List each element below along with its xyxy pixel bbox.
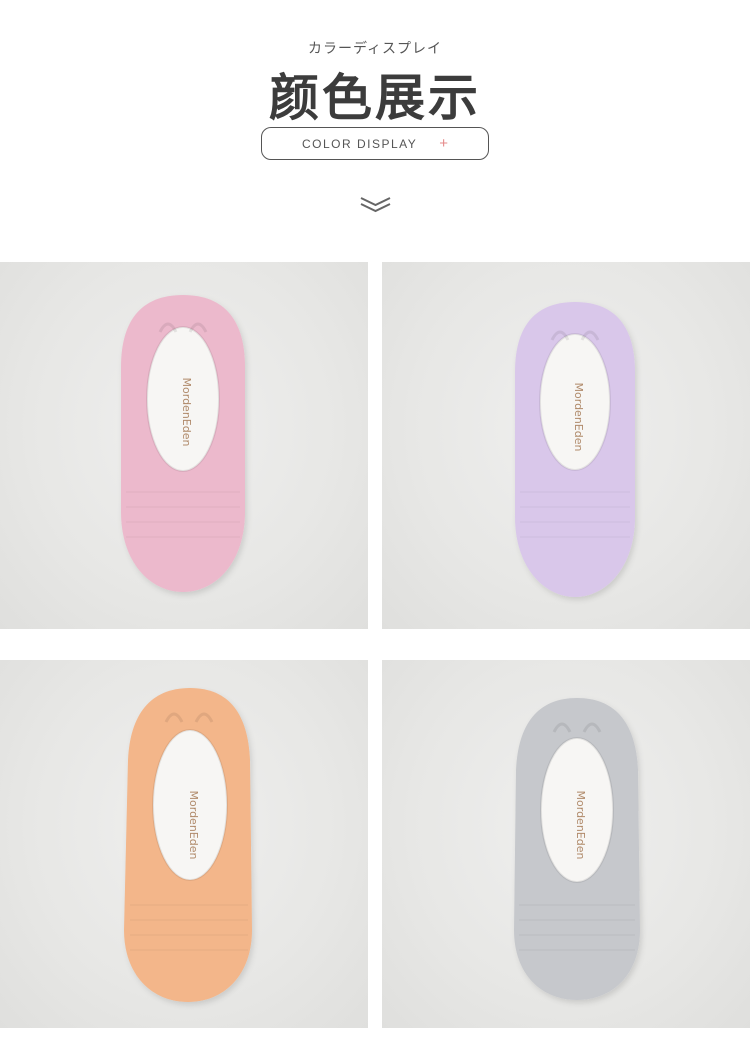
sock-image: MordenEden	[121, 295, 245, 592]
plus-icon: +	[439, 135, 449, 152]
sock-image: MordenEden	[514, 698, 640, 1000]
double-chevron-down-icon	[360, 197, 391, 213]
product-tile-lavender[interactable]: MordenEden	[382, 262, 750, 629]
color-display-label: COLOR DISPLAY	[301, 136, 418, 151]
sock-image: MordenEden	[515, 302, 635, 597]
page-title: 颜色展示	[269, 69, 481, 127]
product-tile-pink[interactable]: MordenEden	[0, 262, 368, 629]
product-tile-orange[interactable]: MordenEden	[0, 660, 368, 1028]
sock-image: MordenEden	[124, 688, 252, 1002]
brand-label: MordenEden	[187, 791, 200, 860]
header: カラーディスプレイ 颜色展示 COLOR DISPLAY +	[0, 0, 750, 250]
product-tile-gray[interactable]: MordenEden	[382, 660, 750, 1028]
brand-label: MordenEden	[574, 791, 587, 860]
brand-label: MordenEden	[572, 383, 585, 452]
brand-label: MordenEden	[180, 378, 193, 447]
color-display-badge: COLOR DISPLAY +	[261, 127, 489, 160]
subtitle-japanese: カラーディスプレイ	[307, 41, 443, 57]
